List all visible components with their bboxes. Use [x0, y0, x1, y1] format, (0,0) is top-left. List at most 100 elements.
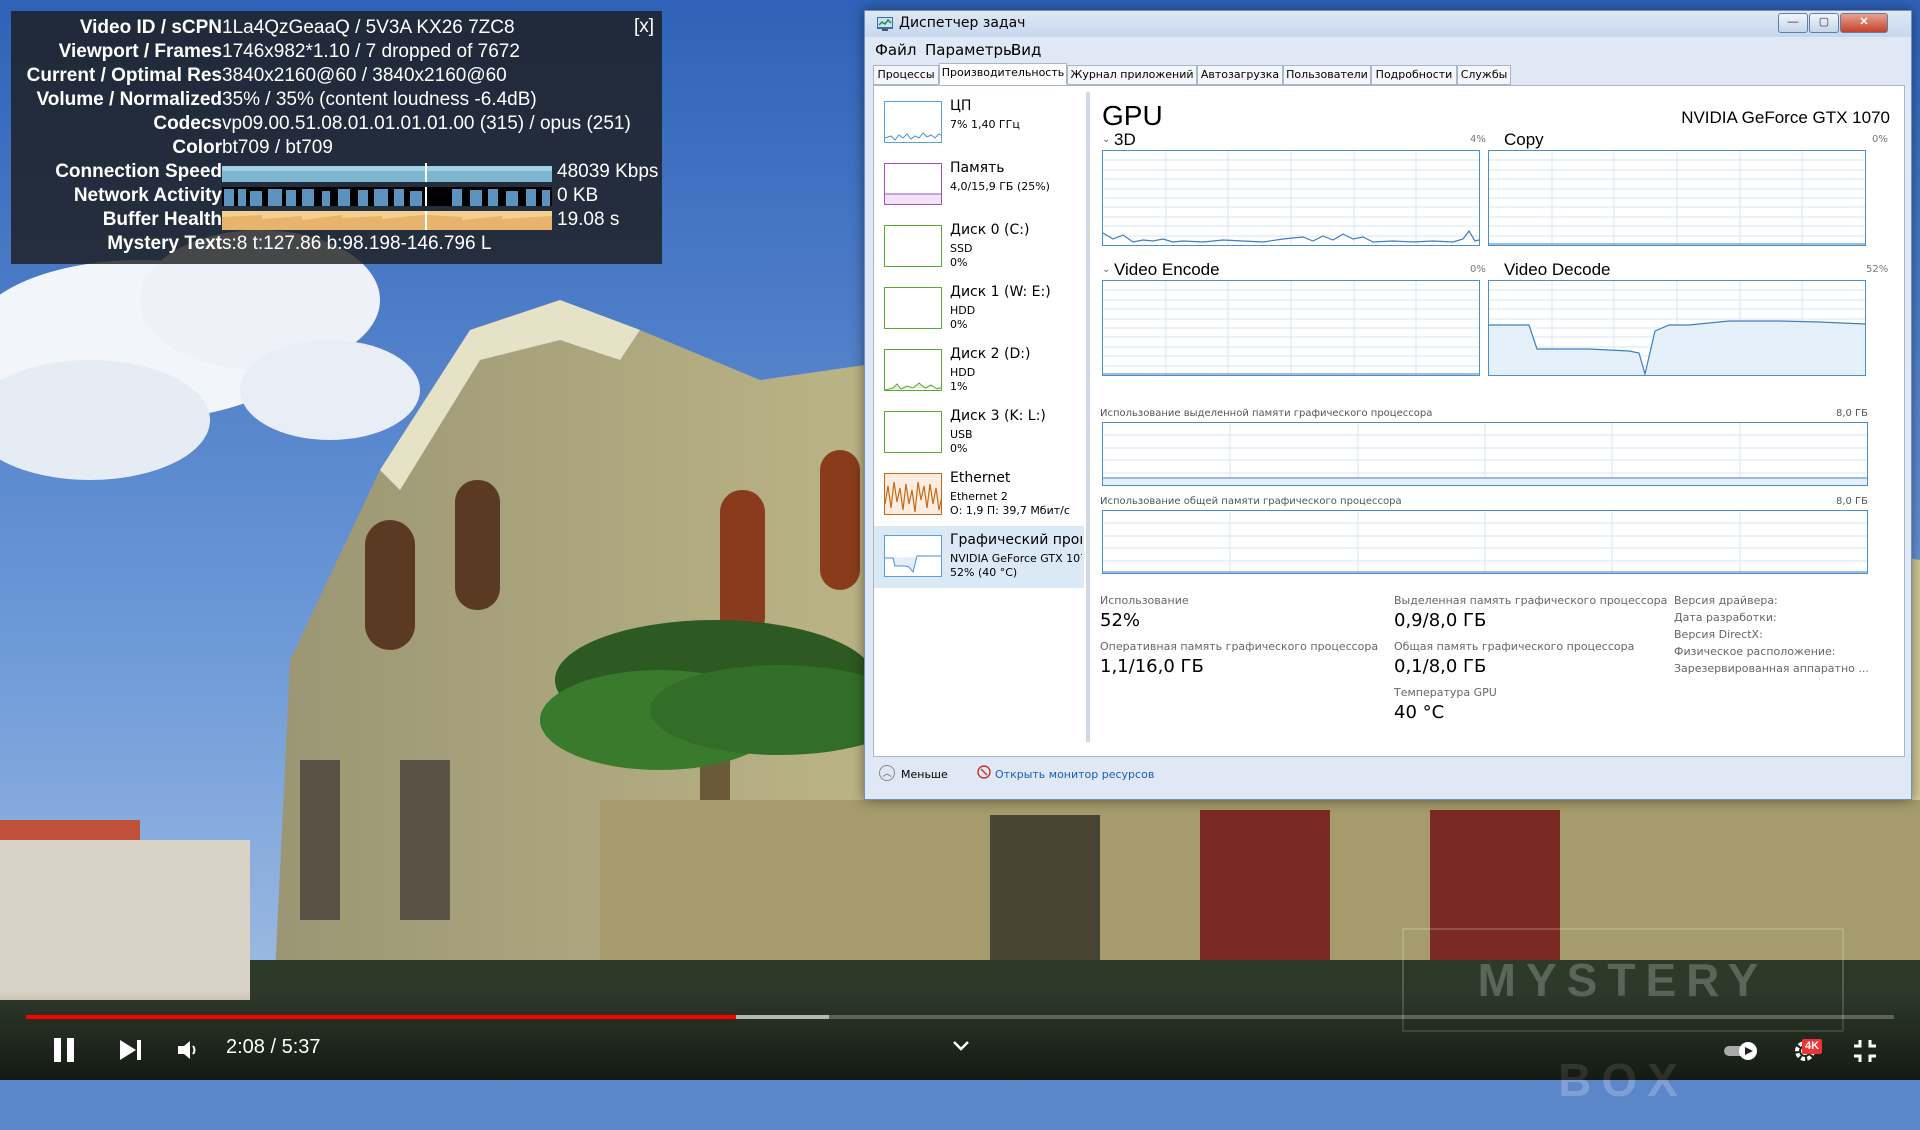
perf-item-disk-1[interactable]: Диск 1 (W: E:) HDD 0% [874, 278, 1084, 340]
time-display: 2:08 / 5:37 [226, 1036, 321, 1058]
minimize-button[interactable]: — [1778, 13, 1808, 33]
chevron-down-icon[interactable]: ⌄ [1102, 264, 1110, 275]
task-manager-icon [877, 17, 893, 31]
shared-memory-graph-max: 8,0 ГБ [1835, 496, 1868, 507]
perf-item-type: HDD [950, 366, 976, 379]
progress-played [26, 1015, 736, 1019]
gpu-title: GPU [1102, 100, 1163, 131]
menu-bar: Файл Параметры Вид [873, 41, 1903, 61]
stats-label: Mystery Text [107, 233, 222, 254]
perf-item-name: ЦП [950, 98, 972, 114]
tab-processes[interactable]: Процессы [873, 65, 939, 85]
perf-item-name: Графический процессор 0 [950, 532, 1082, 548]
perf-item-name: Диск 1 (W: E:) [950, 284, 1051, 300]
list-scrollbar[interactable] [1086, 92, 1090, 742]
exit-fullscreen-icon[interactable] [1852, 1038, 1878, 1064]
stats-row-viewport: Viewport / Frames 1746x982*1.10 / 7 drop… [11, 40, 662, 64]
stats-value: 35% / 35% (content loudness -6.4dB) [222, 89, 537, 110]
perf-item-disk-3[interactable]: Диск 3 (K: L:) USB 0% [874, 402, 1084, 464]
stats-value: 1La4QzGeaaQ / 5V3A KX26 7ZC8 [222, 17, 515, 38]
tab-strip: Процессы Производительность Журнал прило… [873, 63, 1903, 85]
perf-item-usage: 1% [950, 380, 968, 393]
perf-item-memory[interactable]: Память 4,0/15,9 ГБ (25%) [874, 154, 1084, 216]
hardware-reserved-label: Зарезервированная аппаратно ... [1674, 662, 1869, 675]
close-button[interactable]: ✕ [1840, 13, 1888, 33]
perf-item-ethernet[interactable]: Ethernet Ethernet 2 О: 1,9 П: 39,7 Мбит/… [874, 464, 1084, 526]
graph-shared-memory [1102, 510, 1868, 574]
graph-video-decode [1488, 280, 1866, 376]
stats-value: s:8 t:127.86 b:98.198-146.796 L [222, 233, 492, 254]
tab-app-history[interactable]: Журнал приложений [1067, 65, 1197, 85]
dedicated-memory-graph-label: Использование выделенной памяти графичес… [1100, 408, 1433, 419]
perf-item-usage: 0% [950, 318, 968, 331]
tab-users[interactable]: Пользователи [1283, 65, 1371, 85]
graph-3d [1102, 150, 1480, 246]
volume-icon[interactable] [176, 1038, 200, 1062]
gpu-model-name: NVIDIA GeForce GTX 1070 [1681, 108, 1890, 127]
gpu-detail-panel: GPU NVIDIA GeForce GTX 1070 ⌄ 3D 4% Copy… [1096, 86, 1902, 756]
open-resource-monitor-link[interactable]: Открыть монитор ресурсов [995, 768, 1154, 781]
stats-label: Buffer Health [102, 209, 222, 230]
stats-value: bt709 / bt709 [222, 137, 333, 158]
engine-percent: 0% [1470, 264, 1486, 275]
engine-percent: 52% [1866, 264, 1889, 275]
menu-view[interactable]: Вид [1011, 41, 1041, 59]
connection-speed-graph [222, 163, 552, 182]
ethernet-thumbnail [884, 473, 942, 515]
engine-selector-copy[interactable]: Copy [1504, 130, 1544, 150]
tab-details[interactable]: Подробности [1371, 65, 1457, 85]
graph-dedicated-memory [1102, 422, 1868, 486]
menu-file[interactable]: Файл [875, 41, 916, 59]
chevron-down-icon[interactable] [951, 1038, 971, 1054]
perf-item-type: HDD [950, 304, 976, 317]
directx-version-label: Версия DirectX: [1674, 628, 1763, 641]
perf-item-disk-2[interactable]: Диск 2 (D:) HDD 1% [874, 340, 1084, 402]
pause-icon[interactable] [52, 1037, 78, 1063]
perf-item-detail: 4,0/15,9 ГБ (25%) [950, 180, 1050, 193]
perf-item-throughput: О: 1,9 П: 39,7 Мбит/с [950, 504, 1070, 517]
perf-item-type: SSD [950, 242, 973, 255]
memory-thumbnail [884, 163, 942, 205]
engine-percent: 0% [1872, 134, 1888, 145]
stats-label: Codecs [153, 113, 222, 134]
stats-row-color: Color bt709 / bt709 [11, 136, 662, 160]
title-bar[interactable]: Диспетчер задач — ▢ ✕ [865, 11, 1911, 37]
tab-startup[interactable]: Автозагрузка [1197, 65, 1283, 85]
perf-item-detail: 7% 1,40 ГГц [950, 118, 1020, 131]
tab-services[interactable]: Службы [1457, 65, 1511, 85]
perf-item-usage: 0% [950, 256, 968, 269]
stats-label: Color [172, 137, 222, 158]
maximize-button[interactable]: ▢ [1809, 13, 1839, 33]
network-activity-graph [222, 187, 552, 206]
stats-row-buffer-health: Buffer Health 19.08 s [11, 208, 662, 232]
task-manager-window[interactable]: Диспетчер задач — ▢ ✕ Файл Параметры Вид… [864, 10, 1912, 800]
engine-percent: 4% [1470, 134, 1486, 145]
autoplay-toggle[interactable] [1722, 1040, 1762, 1062]
perf-item-usage: 52% (40 °C) [950, 566, 1018, 579]
chevron-down-icon[interactable]: ⌄ [1102, 134, 1110, 145]
tab-performance[interactable]: Производительность [939, 63, 1067, 85]
stats-row-resolution: Current / Optimal Res 3840x2160@60 / 384… [11, 64, 662, 88]
stats-row-volume: Volume / Normalized 35% / 35% (content l… [11, 88, 662, 112]
perf-item-name: Ethernet [950, 470, 1011, 486]
disk-thumbnail [884, 287, 942, 329]
engine-selector-3d[interactable]: 3D [1114, 130, 1136, 150]
gpu-temperature-value: 40 °C [1394, 702, 1445, 723]
stats-row-codecs: Codecs vp09.00.51.08.01.01.01.01.00 (315… [11, 112, 662, 136]
fewer-details-link[interactable]: Меньше [901, 768, 948, 781]
utilization-value: 52% [1100, 610, 1141, 631]
menu-options[interactable]: Параметры [925, 41, 1015, 59]
perf-item-gpu[interactable]: Графический процессор 0 NVIDIA GeForce G… [874, 526, 1084, 588]
perf-item-disk-0[interactable]: Диск 0 (C:) SSD 0% [874, 216, 1084, 278]
buffer-health-graph [222, 211, 552, 230]
engine-selector-video-encode[interactable]: Video Encode [1114, 260, 1220, 280]
perf-item-cpu[interactable]: ЦП 7% 1,40 ГГц [874, 92, 1084, 154]
resource-list: ЦП 7% 1,40 ГГц Память 4,0/15,9 ГБ (25%) … [874, 86, 1084, 756]
chevron-up-icon[interactable]: ︿ [879, 765, 895, 781]
disk-thumbnail [884, 225, 942, 267]
stats-label: Current / Optimal Res [26, 65, 222, 86]
shared-memory-graph-label: Использование общей памяти графического … [1100, 496, 1402, 507]
stats-label: Volume / Normalized [36, 89, 222, 110]
next-icon[interactable] [118, 1038, 144, 1062]
engine-selector-video-decode[interactable]: Video Decode [1504, 260, 1611, 280]
